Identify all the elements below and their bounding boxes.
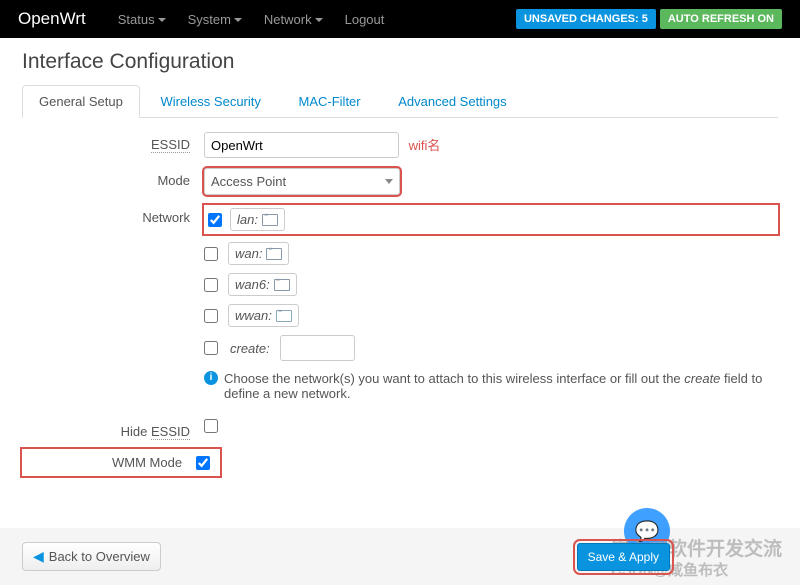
hide-essid-label: Hide ESSID: [22, 419, 204, 439]
caret-icon: [234, 18, 242, 22]
footer-bar: ◀ Back to Overview 嵌入式软件开发交流 CSDN@咸鱼布衣 S…: [0, 528, 800, 585]
network-wwan-label: wwan:: [228, 304, 299, 327]
info-icon: i: [204, 371, 218, 385]
network-wan6-label: wan6:: [228, 273, 297, 296]
tab-general-setup[interactable]: General Setup: [22, 85, 140, 118]
row-hide-essid: Hide ESSID: [22, 419, 778, 439]
nav-logout[interactable]: Logout: [335, 4, 395, 35]
nav-network[interactable]: Network: [254, 4, 333, 35]
caret-icon: [315, 18, 323, 22]
chevron-down-icon: [385, 179, 393, 184]
essid-input[interactable]: [204, 132, 399, 158]
wmm-label: WMM Mode: [112, 455, 182, 470]
page-title: Interface Configuration: [22, 50, 778, 74]
essid-annotation: wifi名: [409, 138, 441, 153]
auto-refresh-badge[interactable]: AUTO REFRESH ON: [660, 9, 782, 29]
tab-wireless-security[interactable]: Wireless Security: [143, 85, 277, 118]
ethernet-icon: [274, 279, 290, 291]
brand: OpenWrt: [18, 9, 86, 29]
navbar: OpenWrt Status System Network Logout UNS…: [0, 0, 800, 38]
tab-mac-filter[interactable]: MAC-Filter: [282, 85, 378, 118]
row-mode: Mode Access Point: [22, 168, 778, 195]
network-create-checkbox[interactable]: [204, 341, 218, 355]
network-create-input[interactable]: [280, 335, 355, 361]
nav-menu: Status System Network Logout: [108, 4, 395, 35]
nav-status[interactable]: Status: [108, 4, 176, 35]
mode-select-value: Access Point: [211, 174, 286, 189]
essid-label: ESSID: [22, 132, 204, 152]
mode-label: Mode: [22, 168, 204, 188]
wireless-icon: [276, 310, 292, 322]
main-container: Interface Configuration General Setup Wi…: [0, 38, 800, 488]
network-wwan-checkbox[interactable]: [204, 309, 218, 323]
tabs: General Setup Wireless Security MAC-Filt…: [22, 84, 778, 118]
network-wan-label: wan:: [228, 242, 289, 265]
caret-icon: [158, 18, 166, 22]
tab-advanced-settings[interactable]: Advanced Settings: [381, 85, 523, 118]
network-lan-checkbox[interactable]: [208, 213, 222, 227]
network-create-label: create:: [230, 341, 270, 356]
row-network: Network lan: wan: wan6: wwan:: [22, 205, 778, 361]
hide-essid-checkbox[interactable]: [204, 419, 218, 433]
network-options: lan: wan: wan6: wwan: create:: [204, 205, 778, 361]
network-lan-label: lan:: [230, 208, 285, 231]
network-help: i Choose the network(s) you want to atta…: [204, 371, 778, 401]
network-wan-checkbox[interactable]: [204, 247, 218, 261]
nav-right: UNSAVED CHANGES: 5 AUTO REFRESH ON: [516, 9, 782, 29]
ethernet-icon: [266, 248, 282, 260]
mode-select[interactable]: Access Point: [204, 168, 400, 195]
ethernet-icon: [262, 214, 278, 226]
network-wan6-checkbox[interactable]: [204, 278, 218, 292]
unsaved-changes-badge[interactable]: UNSAVED CHANGES: 5: [516, 9, 656, 29]
back-to-overview-button[interactable]: ◀ Back to Overview: [22, 542, 161, 571]
nav-system[interactable]: System: [178, 4, 252, 35]
network-label: Network: [22, 205, 204, 225]
save-apply-button[interactable]: Save & Apply: [577, 543, 670, 571]
row-essid: ESSID wifi名: [22, 132, 778, 158]
wmm-checkbox[interactable]: [196, 456, 210, 470]
back-arrow-icon: ◀: [33, 548, 44, 565]
